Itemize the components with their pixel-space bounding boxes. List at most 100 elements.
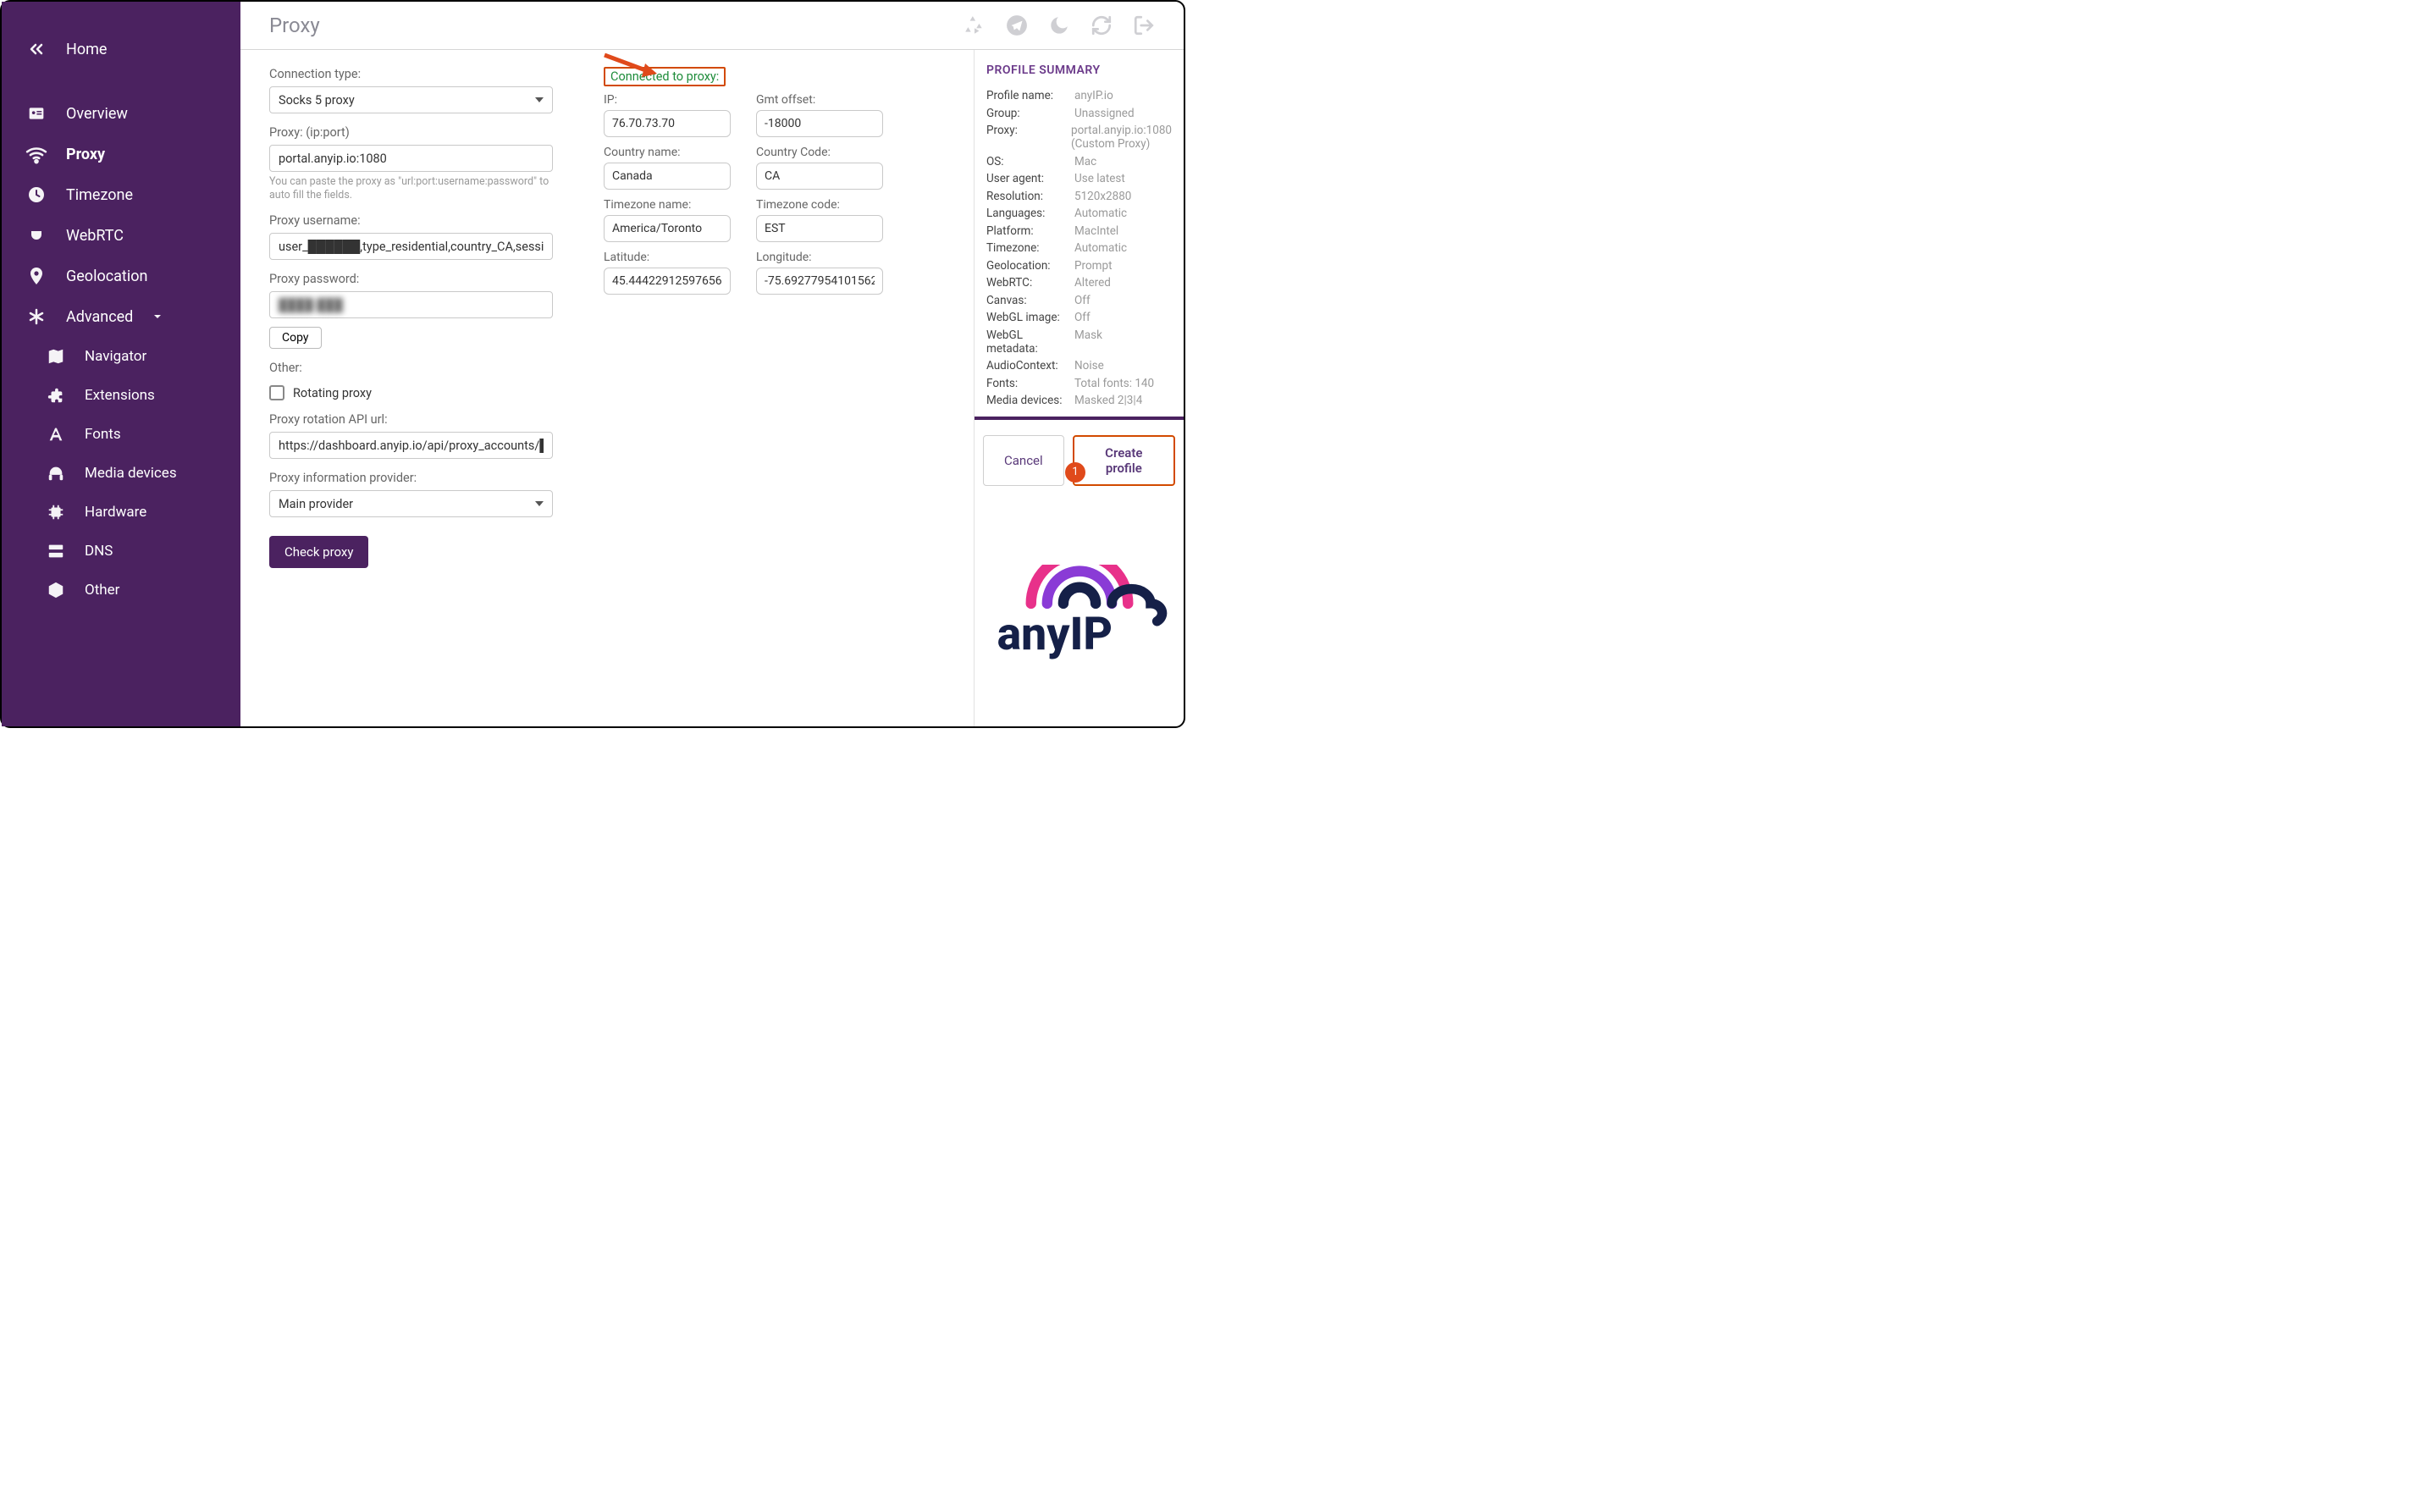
sidebar-item-home[interactable]: Home <box>2 29 240 69</box>
svg-text:anyIP: anyIP <box>997 609 1112 662</box>
select-connection-type-value: Socks 5 proxy <box>279 93 355 108</box>
input-ip[interactable] <box>604 110 731 137</box>
titlebar-icons <box>964 14 1155 36</box>
sidebar-item-geolocation[interactable]: Geolocation <box>2 256 240 296</box>
sidebar-item-other[interactable]: Other <box>2 571 240 610</box>
label-tzname: Timezone name: <box>604 198 731 212</box>
chevron-down-icon <box>535 97 544 102</box>
sidebar-item-label: Advanced <box>66 308 133 326</box>
summary-key: Geolocation: <box>986 259 1074 273</box>
summary-value: Off <box>1074 294 1172 307</box>
label-connection-type: Connection type: <box>269 67 553 81</box>
label-password: Proxy password: <box>269 272 553 286</box>
input-cc[interactable] <box>756 163 883 190</box>
summary-value: 5120x2880 <box>1074 190 1172 203</box>
summary-key: Canvas: <box>986 294 1074 307</box>
summary-value: Automatic <box>1074 207 1172 220</box>
sidebar-item-timezone[interactable]: Timezone <box>2 174 240 215</box>
telegram-icon[interactable] <box>1006 14 1028 36</box>
summary-key: WebGL metadata: <box>986 328 1074 356</box>
refresh-icon[interactable] <box>1091 14 1113 36</box>
input-username[interactable] <box>269 233 553 260</box>
clock-icon <box>25 184 47 206</box>
check-proxy-button[interactable]: Check proxy <box>269 536 368 568</box>
summary-row: WebRTC:Altered <box>986 276 1172 290</box>
sidebar-item-fonts[interactable]: Fonts <box>2 415 240 454</box>
input-tzname[interactable] <box>604 215 731 242</box>
summary-key: Timezone: <box>986 241 1074 255</box>
server-icon <box>46 541 66 561</box>
select-provider-value: Main provider <box>279 497 353 511</box>
input-password[interactable]: ████-███ <box>269 291 553 318</box>
summary-key: Group: <box>986 107 1074 120</box>
sidebar-item-label: Geolocation <box>66 268 147 285</box>
summary-row: Geolocation:Prompt <box>986 259 1172 273</box>
sidebar-item-label: Timezone <box>66 186 133 204</box>
label-rotation-url: Proxy rotation API url: <box>269 412 553 427</box>
sidebar-item-advanced[interactable]: Advanced <box>2 296 240 337</box>
summary-key: Languages: <box>986 207 1074 220</box>
input-lat[interactable] <box>604 268 731 295</box>
summary-row: Fonts:Total fonts: 140 <box>986 377 1172 390</box>
sidebar-item-media[interactable]: Media devices <box>2 454 240 493</box>
sidebar-item-label: Fonts <box>85 426 121 443</box>
summary-value: Mask <box>1074 328 1172 356</box>
chip-icon <box>46 502 66 522</box>
chevron-down-icon <box>146 306 168 328</box>
label-username: Proxy username: <box>269 213 553 228</box>
input-lon[interactable] <box>756 268 883 295</box>
label-tzcode: Timezone code: <box>756 198 883 212</box>
sidebar-item-label: Navigator <box>85 348 146 365</box>
summary-row: Group:Unassigned <box>986 107 1172 120</box>
plug-icon <box>25 224 47 246</box>
sidebar: Home Overview Proxy Timezone WebRTC Geol… <box>2 2 240 726</box>
sidebar-item-label: WebRTC <box>66 227 124 245</box>
logout-icon[interactable] <box>1133 14 1155 36</box>
label-cc: Country Code: <box>756 146 883 159</box>
summary-key: Profile name: <box>986 89 1074 102</box>
label-gmt: Gmt offset: <box>756 93 883 107</box>
sidebar-item-label: Proxy <box>66 146 105 163</box>
input-gmt[interactable] <box>756 110 883 137</box>
wifi-icon <box>25 143 47 165</box>
summary-row: Profile name:anyIP.io <box>986 89 1172 102</box>
input-country[interactable] <box>604 163 731 190</box>
label-provider: Proxy information provider: <box>269 471 553 485</box>
summary-row: Resolution:5120x2880 <box>986 190 1172 203</box>
sidebar-item-navigator[interactable]: Navigator <box>2 337 240 376</box>
summary-key: Platform: <box>986 224 1074 238</box>
summary-value: Altered <box>1074 276 1172 290</box>
summary-key: WebRTC: <box>986 276 1074 290</box>
profile-summary-panel: PROFILE SUMMARY Profile name:anyIP.io Gro… <box>974 50 1184 726</box>
input-rotation-url[interactable] <box>269 432 553 459</box>
sidebar-item-label: Media devices <box>85 465 177 482</box>
sidebar-item-label: DNS <box>85 543 113 560</box>
sidebar-home-label: Home <box>66 41 107 58</box>
recycle-icon[interactable] <box>964 14 986 36</box>
summary-row: WebGL metadata:Mask <box>986 328 1172 356</box>
sidebar-item-hardware[interactable]: Hardware <box>2 493 240 532</box>
logo: anyIP <box>975 501 1184 727</box>
label-proxy: Proxy: (ip:port) <box>269 125 553 140</box>
summary-value: MacIntel <box>1074 224 1172 238</box>
input-tzcode[interactable] <box>756 215 883 242</box>
sidebar-item-dns[interactable]: DNS <box>2 532 240 571</box>
sidebar-item-webrtc[interactable]: WebRTC <box>2 215 240 256</box>
summary-row: Canvas:Off <box>986 294 1172 307</box>
moon-icon[interactable] <box>1048 14 1070 36</box>
font-icon <box>46 424 66 444</box>
annotation-badge: 1 <box>1065 462 1085 483</box>
checkbox-rotating[interactable] <box>269 385 284 400</box>
summary-key: Proxy: <box>986 124 1071 151</box>
copy-button[interactable]: Copy <box>269 327 322 349</box>
sidebar-item-overview[interactable]: Overview <box>2 93 240 134</box>
summary-value: Prompt <box>1074 259 1172 273</box>
create-profile-button[interactable]: Create profile <box>1073 435 1175 486</box>
input-proxy[interactable] <box>269 145 553 172</box>
sidebar-item-proxy[interactable]: Proxy <box>2 134 240 174</box>
sidebar-item-extensions[interactable]: Extensions <box>2 376 240 415</box>
select-connection-type[interactable]: Socks 5 proxy <box>269 86 553 113</box>
summary-title: PROFILE SUMMARY <box>986 63 1172 77</box>
select-provider[interactable]: Main provider <box>269 490 553 517</box>
cancel-button[interactable]: Cancel <box>983 435 1064 486</box>
